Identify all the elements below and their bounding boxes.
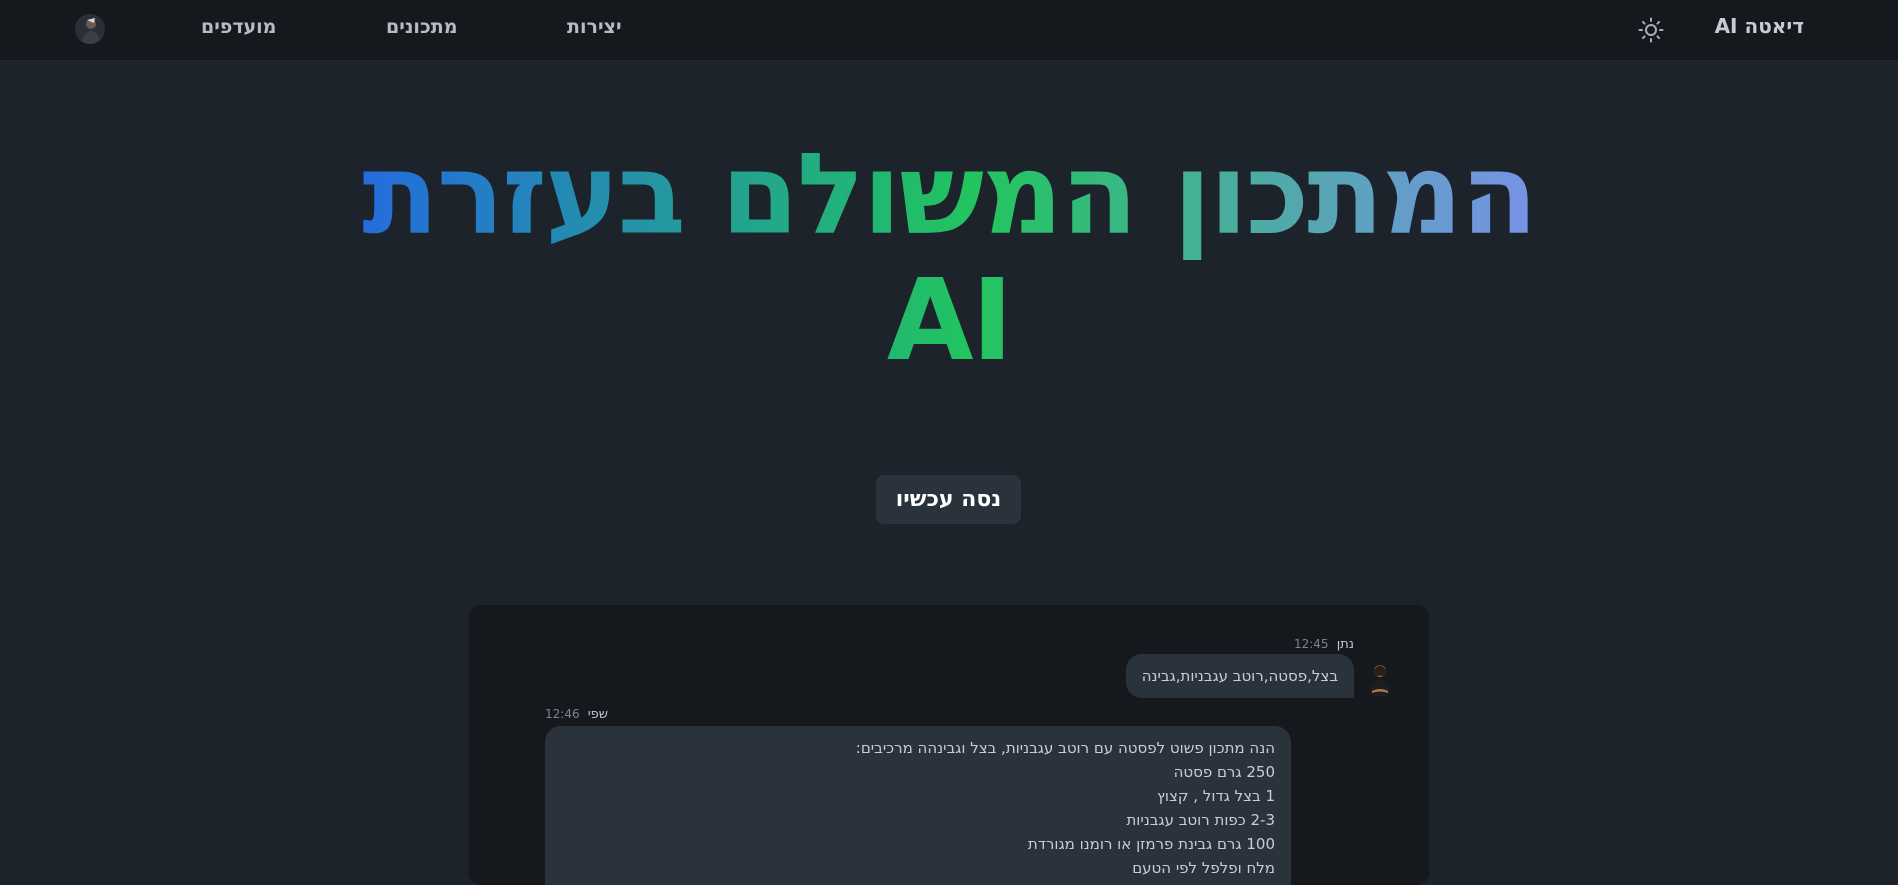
recipe-line: הנה מתכון פשוט לפסטה עם רוטב עגבניות, בצ… xyxy=(855,739,1275,757)
theme-toggle-button[interactable] xyxy=(1636,15,1666,45)
recipe-line: מלח ופלפל לפי הטעם xyxy=(1132,859,1275,877)
brand-logo[interactable]: דיאטה AI xyxy=(1715,14,1804,38)
top-navbar: דיאטה AI יצירות מתכונים מועדפים xyxy=(0,0,1898,61)
chat-preview-panel: נתן 12:45 בצל,פסטה,רוטב עגבניות,גבינה שפ… xyxy=(469,605,1429,885)
sender-name: שפי xyxy=(587,707,608,722)
user-message-bubble: בצל,פסטה,רוטב עגבניות,גבינה xyxy=(1125,654,1354,698)
recipe-line: 100 גרם גבינת פרמזן או רומנו מגורדת xyxy=(1027,835,1275,853)
chat-user-avatar xyxy=(1360,657,1400,697)
message-time: 12:46 xyxy=(545,707,580,721)
message-time: 12:45 xyxy=(1293,637,1329,651)
recipe-line: 1 בצל גדול , קצוץ xyxy=(1156,787,1275,805)
recipe-line: 2-3 כפות רוטב עגבניות xyxy=(1126,811,1275,829)
avatar-photo-icon xyxy=(1360,657,1400,697)
hero-title-line-2: AI xyxy=(886,256,1012,386)
sender-name: נתן xyxy=(1336,637,1354,652)
avatar-photo-icon xyxy=(75,14,105,44)
recipe-line: 250 גרם פסטה xyxy=(1173,763,1275,781)
nav-link-favorites[interactable]: מועדפים xyxy=(201,16,276,38)
user-avatar[interactable] xyxy=(75,14,105,44)
hero-title-line-1: המתכון המשולם בעזרת xyxy=(362,130,1536,260)
bot-message-header: שפי 12:46 xyxy=(545,707,608,722)
nav-link-recipes[interactable]: מתכונים xyxy=(386,16,457,38)
hero-title: המתכון המשולם בעזרת AI xyxy=(300,132,1598,384)
nav-link-creations[interactable]: יצירות xyxy=(567,16,622,38)
bot-message-bubble: הנה מתכון פשוט לפסטה עם רוטב עגבניות, בצ… xyxy=(545,726,1291,885)
sun-icon xyxy=(1638,17,1664,43)
user-message-header: נתן 12:45 xyxy=(1294,637,1354,652)
try-now-button[interactable]: נסה עכשיו xyxy=(876,475,1021,524)
